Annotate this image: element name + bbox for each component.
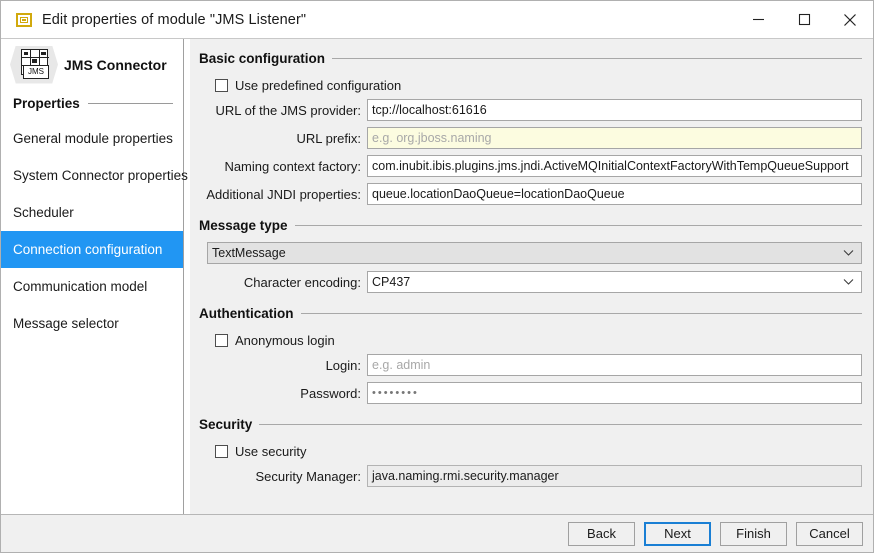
- authentication-title: Authentication: [199, 306, 294, 321]
- maximize-button[interactable]: [781, 1, 827, 38]
- sidebar-item-label: Connection configuration: [13, 242, 162, 257]
- properties-label: Properties: [13, 96, 80, 111]
- finish-button[interactable]: Finish: [720, 522, 787, 546]
- sidebar-item-label: Scheduler: [13, 205, 74, 220]
- jms-badge-label: JMS: [23, 65, 49, 79]
- additional-jndi-properties-row: Additional JNDI properties: queue.locati…: [199, 181, 862, 207]
- dialog-window: Edit properties of module "JMS Listener": [0, 0, 874, 553]
- basic-configuration-header: Basic configuration: [199, 48, 862, 68]
- use-security-checkbox[interactable]: [215, 445, 228, 458]
- basic-configuration-title: Basic configuration: [199, 51, 325, 66]
- character-encoding-value: CP437: [372, 275, 843, 289]
- naming-context-factory-label: Naming context factory:: [199, 159, 367, 174]
- naming-context-factory-input[interactable]: com.inubit.ibis.plugins.jms.jndi.ActiveM…: [367, 155, 862, 177]
- message-type-divider: [295, 225, 862, 226]
- security-header: Security: [199, 414, 862, 434]
- connector-header: JMS JMS Connector: [1, 39, 183, 90]
- minimize-button[interactable]: [735, 1, 781, 38]
- login-input[interactable]: e.g. admin: [367, 354, 862, 376]
- message-type-title: Message type: [199, 218, 288, 233]
- main-panel: Basic configuration Use predefined confi…: [190, 39, 873, 514]
- window-controls: [735, 1, 873, 38]
- sidebar-item-connection-configuration[interactable]: Connection configuration: [1, 231, 183, 268]
- sidebar-item-label: Communication model: [13, 279, 147, 294]
- sidebar-item-label: Message selector: [13, 316, 119, 331]
- sidebar-item-label: General module properties: [13, 131, 173, 146]
- sidebar-item-message-selector[interactable]: Message selector: [1, 305, 183, 342]
- login-label: Login:: [199, 358, 367, 373]
- dialog-body: JMS JMS Connector Properties General mod…: [1, 38, 873, 514]
- use-security-row[interactable]: Use security: [199, 439, 862, 463]
- window-title: Edit properties of module "JMS Listener": [42, 12, 306, 28]
- authentication-header: Authentication: [199, 303, 862, 323]
- jms-connector-icon: JMS: [10, 44, 58, 86]
- title-bar: Edit properties of module "JMS Listener": [1, 1, 873, 38]
- additional-jndi-properties-label: Additional JNDI properties:: [199, 187, 367, 202]
- dialog-footer: Back Next Finish Cancel: [1, 514, 873, 552]
- security-divider: [259, 424, 862, 425]
- naming-context-factory-row: Naming context factory: com.inubit.ibis.…: [199, 153, 862, 179]
- anonymous-login-label: Anonymous login: [235, 333, 335, 348]
- login-row: Login: e.g. admin: [199, 352, 862, 378]
- security-manager-row: Security Manager: java.naming.rmi.securi…: [199, 463, 862, 489]
- sidebar-item-communication-model[interactable]: Communication model: [1, 268, 183, 305]
- password-label: Password:: [199, 386, 367, 401]
- character-encoding-label: Character encoding:: [199, 275, 367, 290]
- character-encoding-row: Character encoding: CP437: [199, 269, 862, 295]
- sidebar-item-label: System Connector properties: [13, 168, 188, 183]
- authentication-divider: [301, 313, 863, 314]
- use-predefined-configuration-label: Use predefined configuration: [235, 78, 401, 93]
- jms-provider-url-row: URL of the JMS provider: tcp://localhost…: [199, 97, 862, 123]
- use-predefined-configuration-row[interactable]: Use predefined configuration: [199, 73, 862, 97]
- use-security-label: Use security: [235, 444, 307, 459]
- sidebar: JMS JMS Connector Properties General mod…: [1, 39, 184, 514]
- additional-jndi-properties-input[interactable]: queue.locationDaoQueue=locationDaoQueue: [367, 183, 862, 205]
- url-prefix-row: URL prefix: e.g. org.jboss.naming: [199, 125, 862, 151]
- chevron-down-icon: [843, 278, 854, 286]
- sidebar-item-general-module-properties[interactable]: General module properties: [1, 120, 183, 157]
- message-type-select[interactable]: TextMessage: [207, 242, 862, 264]
- sidebar-item-scheduler[interactable]: Scheduler: [1, 194, 183, 231]
- chevron-down-icon: [843, 249, 854, 257]
- properties-divider: [88, 103, 173, 104]
- message-type-select-row: TextMessage: [199, 240, 862, 266]
- sidebar-item-system-connector-properties[interactable]: System Connector properties: [1, 157, 183, 194]
- properties-section-header: Properties: [1, 92, 183, 114]
- jms-provider-url-input[interactable]: tcp://localhost:61616: [367, 99, 862, 121]
- back-button[interactable]: Back: [568, 522, 635, 546]
- url-prefix-label: URL prefix:: [199, 131, 367, 146]
- module-icon: [16, 13, 32, 27]
- sidebar-nav: General module properties System Connect…: [1, 120, 183, 342]
- security-title: Security: [199, 417, 252, 432]
- anonymous-login-row[interactable]: Anonymous login: [199, 328, 862, 352]
- main-panel-wrap: Basic configuration Use predefined confi…: [184, 39, 873, 514]
- anonymous-login-checkbox[interactable]: [215, 334, 228, 347]
- use-predefined-configuration-checkbox[interactable]: [215, 79, 228, 92]
- character-encoding-select[interactable]: CP437: [367, 271, 862, 293]
- message-type-select-value: TextMessage: [212, 246, 843, 260]
- url-prefix-input[interactable]: e.g. org.jboss.naming: [367, 127, 862, 149]
- security-manager-label: Security Manager:: [199, 469, 367, 484]
- jms-provider-url-label: URL of the JMS provider:: [199, 103, 367, 118]
- connector-title: JMS Connector: [64, 57, 167, 73]
- password-input[interactable]: ••••••••: [367, 382, 862, 404]
- security-manager-input[interactable]: java.naming.rmi.security.manager: [367, 465, 862, 487]
- close-button[interactable]: [827, 1, 873, 38]
- next-button[interactable]: Next: [644, 522, 711, 546]
- basic-configuration-divider: [332, 58, 862, 59]
- password-row: Password: ••••••••: [199, 380, 862, 406]
- cancel-button[interactable]: Cancel: [796, 522, 863, 546]
- message-type-header: Message type: [199, 215, 862, 235]
